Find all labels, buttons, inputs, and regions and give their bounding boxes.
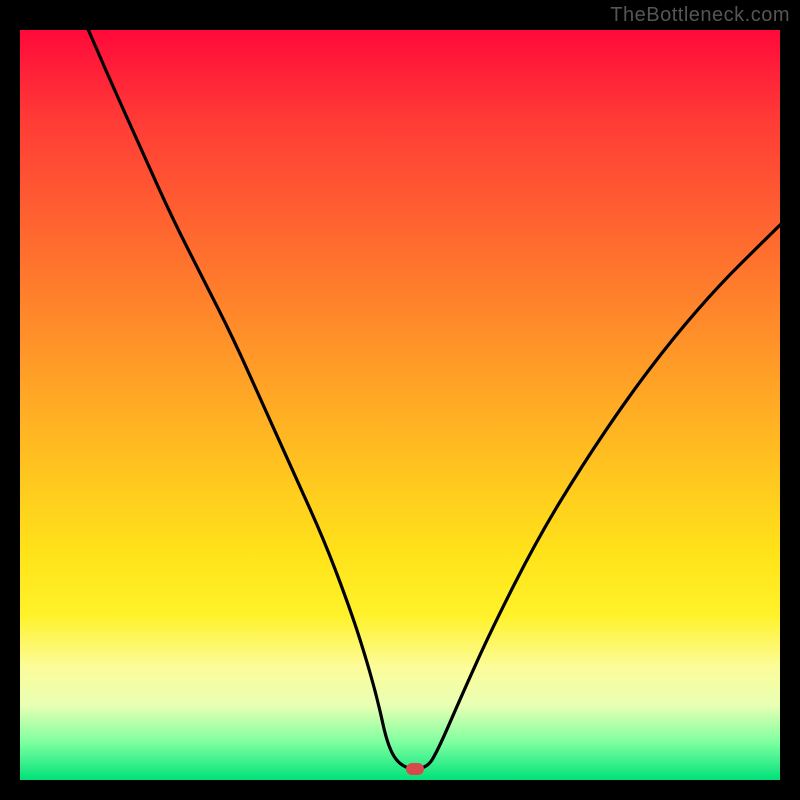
bottleneck-curve — [20, 30, 780, 780]
chart-frame: TheBottleneck.com — [0, 0, 800, 800]
watermark-text: TheBottleneck.com — [610, 4, 790, 27]
bottleneck-marker — [406, 763, 424, 775]
curve-path — [88, 30, 780, 769]
plot-area — [20, 30, 780, 780]
